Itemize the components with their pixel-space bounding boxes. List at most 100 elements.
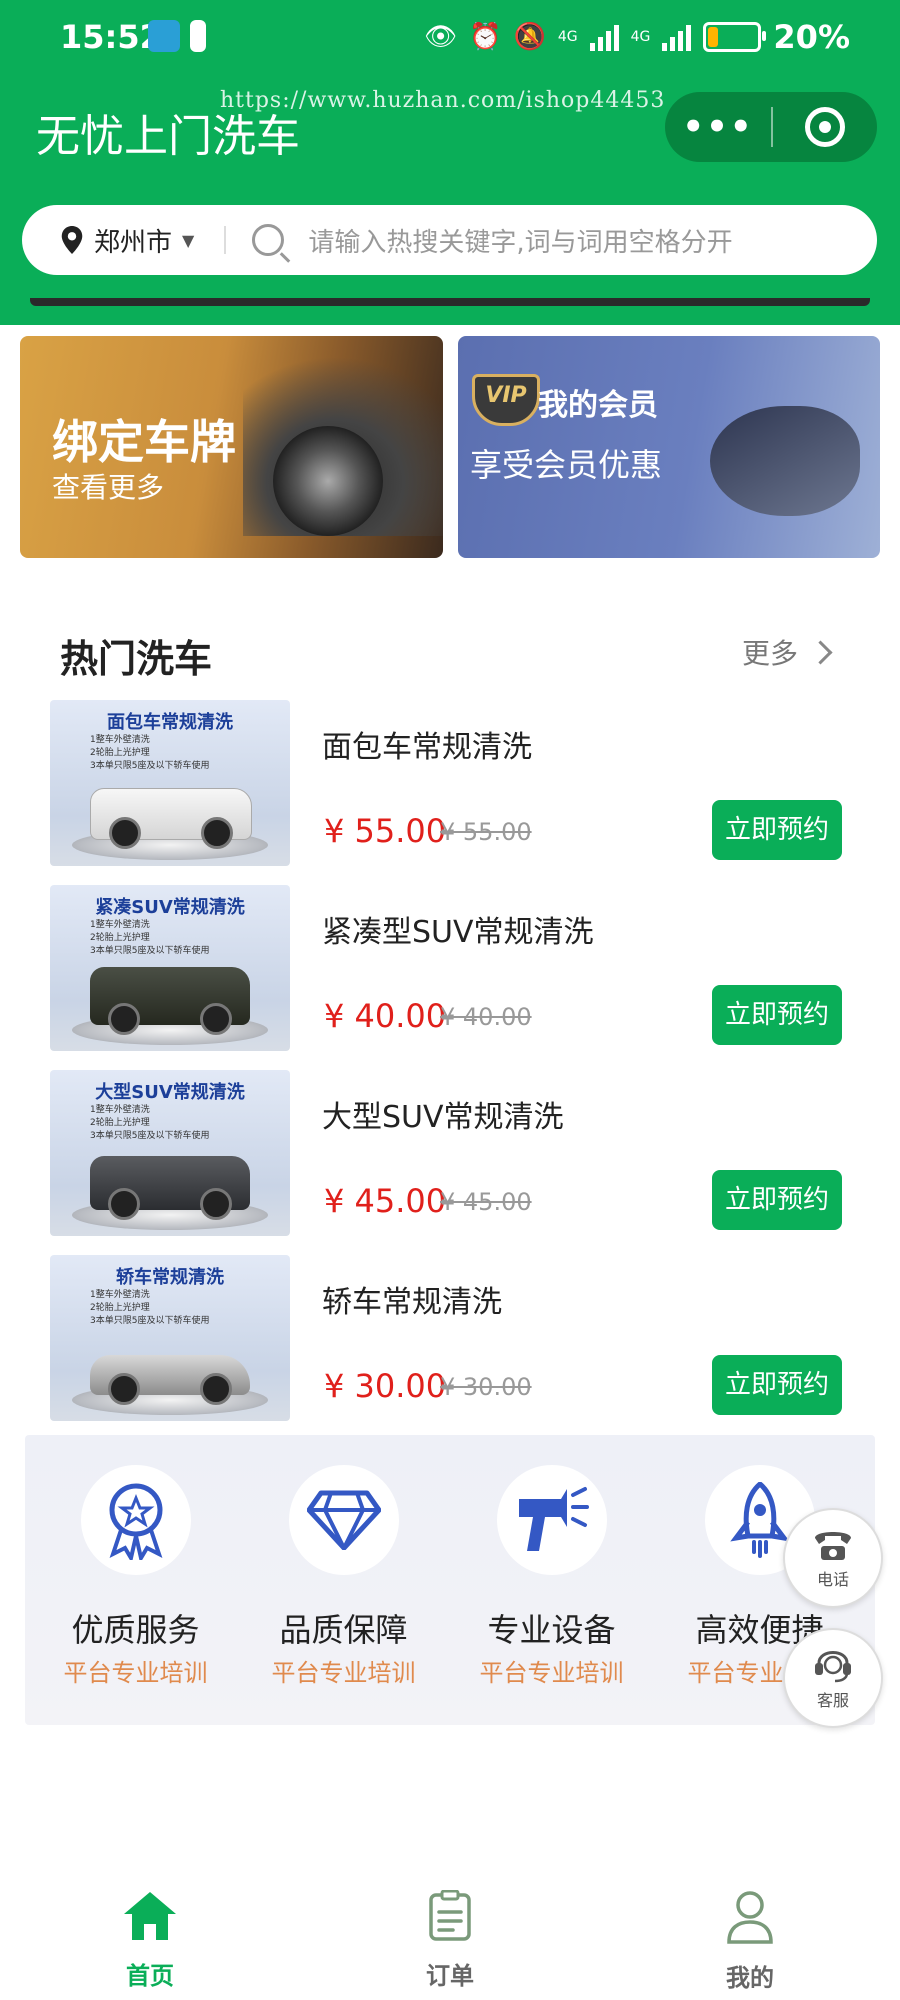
van-image xyxy=(90,788,252,849)
thumb-line: 1整车外壁清洗 xyxy=(90,1105,150,1115)
mute-icon: 🔕 xyxy=(513,22,546,52)
thumb-line: 1整车外壁清洗 xyxy=(90,735,150,745)
location-pin-icon xyxy=(61,226,83,254)
thumb-title: 大型SUV常规清洗 xyxy=(95,1082,245,1103)
status-time: 15:52 xyxy=(60,18,162,56)
miniprogram-capsule: ••• xyxy=(665,92,877,162)
customer-service-float-button[interactable]: 客服 xyxy=(783,1628,883,1728)
service-thumbnail: 面包车常规清洗 1整车外壁清洗 2轮胎上光护理 3本单只限5座及以下轿车使用 xyxy=(50,700,290,866)
book-now-button[interactable]: 立即预约 xyxy=(712,1170,842,1230)
thumb-lines: 1整车外壁清洗 2轮胎上光护理 3本单只限5座及以下轿车使用 xyxy=(90,919,209,958)
tab-profile[interactable]: 我的 xyxy=(680,1890,820,1993)
feature-icon-circle xyxy=(81,1465,191,1575)
award-badge-icon xyxy=(109,1483,163,1560)
battery-percent: 20% xyxy=(773,18,850,56)
service-thumbnail: 紧凑SUV常规清洗 1整车外壁清洗 2轮胎上光护理 3本单只限5座及以下轿车使用 xyxy=(50,885,290,1051)
thumb-line: 2轮胎上光护理 xyxy=(90,933,150,943)
service-original-price: ¥ 30.00 xyxy=(440,1373,532,1401)
service-thumbnail: 轿车常规清洗 1整车外壁清洗 2轮胎上光护理 3本单只限5座及以下轿车使用 xyxy=(50,1255,290,1421)
car-mirror-image xyxy=(710,406,860,516)
chevron-down-icon: ▼ xyxy=(182,230,195,250)
search-divider xyxy=(224,226,227,254)
thumb-line: 3本单只限5座及以下轿车使用 xyxy=(90,946,210,956)
service-item[interactable]: 轿车常规清洗 1整车外壁清洗 2轮胎上光护理 3本单只限5座及以下轿车使用 轿车… xyxy=(50,1255,850,1423)
thumb-line: 2轮胎上光护理 xyxy=(90,1118,150,1128)
header: 15:52 👁 ⏰ 🔕 4G 4G 20% 无忧上门洗车 https://www… xyxy=(0,0,900,325)
feature-title: 专业设备 xyxy=(487,1611,616,1649)
search-bar[interactable]: 郑州市 ▼ 请输入热搜关键字,词与词用空格分开 xyxy=(22,205,877,275)
service-original-price: ¥ 40.00 xyxy=(440,1003,532,1031)
book-now-button[interactable]: 立即预约 xyxy=(712,985,842,1045)
network-label-2: 4G xyxy=(630,29,651,45)
thumb-line: 3本单只限5座及以下轿车使用 xyxy=(90,1131,210,1141)
tab-orders[interactable]: 订单 xyxy=(380,1889,520,1991)
home-icon xyxy=(124,1892,176,1940)
service-item[interactable]: 紧凑SUV常规清洗 1整车外壁清洗 2轮胎上光护理 3本单只限5座及以下轿车使用… xyxy=(50,885,850,1053)
more-menu-button[interactable]: ••• xyxy=(665,92,771,162)
alarm-icon: ⏰ xyxy=(469,22,502,52)
watermark: https://www.huzhan.com/ishop44453 xyxy=(220,88,666,113)
bind-plate-title: 绑定车牌 xyxy=(52,415,236,469)
close-miniprogram-button[interactable] xyxy=(773,107,877,147)
city-selector[interactable]: 郑州市 xyxy=(94,222,172,259)
service-item[interactable]: 大型SUV常规清洗 1整车外壁清洗 2轮胎上光护理 3本单只限5座及以下轿车使用… xyxy=(50,1070,850,1238)
service-original-price: ¥ 45.00 xyxy=(440,1188,532,1216)
hot-wash-title: 热门洗车 xyxy=(60,637,213,681)
bottom-tab-bar: 首页 订单 我的 xyxy=(0,1870,900,2000)
thumb-lines: 1整车外壁清洗 2轮胎上光护理 3本单只限5座及以下轿车使用 xyxy=(90,1104,209,1143)
service-original-price: ¥ 55.00 xyxy=(440,818,532,846)
feature-professional-equipment: 专业设备 平台专业培训 xyxy=(449,1465,639,1705)
wheel-image xyxy=(273,426,383,536)
suv-image xyxy=(90,967,250,1035)
tab-profile-label: 我的 xyxy=(726,1964,774,1992)
spray-gun-icon xyxy=(519,1487,589,1551)
diamond-icon xyxy=(307,1490,381,1550)
membership-subtitle: 享受会员优惠 xyxy=(470,446,663,484)
phone-float-button[interactable]: 电话 xyxy=(783,1508,883,1608)
thumb-title: 面包车常规清洗 xyxy=(107,712,233,733)
feature-icon-circle xyxy=(497,1465,607,1575)
book-now-button[interactable]: 立即预约 xyxy=(712,800,842,860)
thumb-line: 1整车外壁清洗 xyxy=(90,1290,150,1300)
feature-quality-service: 优质服务 平台专业培训 xyxy=(33,1465,223,1705)
thumb-lines: 1整车外壁清洗 2轮胎上光护理 3本单只限5座及以下轿车使用 xyxy=(90,734,209,773)
service-item[interactable]: 面包车常规清洗 1整车外壁清洗 2轮胎上光护理 3本单只限5座及以下轿车使用 面… xyxy=(50,700,850,868)
thumb-title: 轿车常规清洗 xyxy=(116,1267,224,1288)
eye-icon: 👁 xyxy=(424,22,458,52)
service-price: ¥ 40.00 xyxy=(324,997,447,1035)
banner-carousel[interactable] xyxy=(30,298,870,306)
feature-quality-guarantee: 品质保障 平台专业培训 xyxy=(241,1465,431,1705)
thumb-lines: 1整车外壁清洗 2轮胎上光护理 3本单只限5座及以下轿车使用 xyxy=(90,1289,209,1328)
feature-title: 品质保障 xyxy=(279,1611,408,1649)
battery-icon xyxy=(703,22,767,52)
thumb-line: 2轮胎上光护理 xyxy=(90,748,150,758)
service-label: 客服 xyxy=(816,1691,849,1710)
chevron-right-icon xyxy=(808,639,833,665)
more-link[interactable]: 更多 xyxy=(742,632,833,672)
status-right: 👁 ⏰ 🔕 4G 4G 20% xyxy=(424,18,850,56)
service-price: ¥ 45.00 xyxy=(324,1182,447,1220)
order-icon xyxy=(429,1889,471,1941)
tab-home-label: 首页 xyxy=(126,1962,174,1990)
status-bar: 15:52 👁 ⏰ 🔕 4G 4G 20% xyxy=(0,0,900,80)
large-suv-image xyxy=(90,1156,250,1220)
thumb-line: 2轮胎上光护理 xyxy=(90,1303,150,1313)
phone-icon xyxy=(815,1532,851,1560)
bind-plate-card[interactable]: 绑定车牌 查看更多 xyxy=(20,336,443,558)
user-icon xyxy=(727,1891,773,1944)
membership-title: 我的会员 xyxy=(538,388,658,423)
feature-subtitle: 平台专业培训 xyxy=(63,1659,208,1687)
thumb-title: 紧凑SUV常规清洗 xyxy=(95,897,245,918)
sim-icon xyxy=(190,20,206,52)
sedan-image xyxy=(90,1355,250,1405)
features-panel: 优质服务 平台专业培训 品质保障 平台专业培训 专业设备 平台专业培训 高效便捷… xyxy=(25,1435,875,1725)
tab-orders-label: 订单 xyxy=(426,1962,474,1990)
tab-home[interactable]: 首页 xyxy=(80,1890,220,1991)
search-input[interactable]: 请输入热搜关键字,词与词用空格分开 xyxy=(308,222,732,259)
signal-icon-2 xyxy=(662,23,692,51)
my-membership-card[interactable]: VIP 我的会员 享受会员优惠 xyxy=(458,336,880,558)
bind-plate-subtitle: 查看更多 xyxy=(52,471,165,504)
phone-label: 电话 xyxy=(816,1570,849,1589)
feature-subtitle: 平台专业培训 xyxy=(271,1659,416,1687)
book-now-button[interactable]: 立即预约 xyxy=(712,1355,842,1415)
